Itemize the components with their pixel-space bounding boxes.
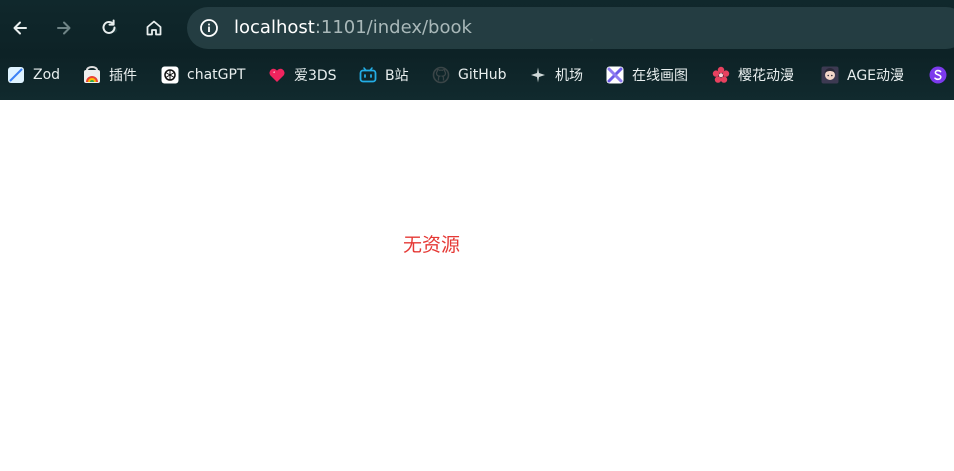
arrow-left-icon: [13, 21, 27, 35]
bookmark-overflow-item[interactable]: [929, 64, 954, 86]
browser-chrome: localhost:1101/index/book Zod 插件 chatGPT…: [0, 0, 954, 100]
bookmarks-bar: Zod 插件 chatGPT 爱3DS B站 GitHub 机场 在线画图 樱花…: [0, 58, 954, 92]
bookmark-label: 在线画图: [632, 68, 688, 84]
arrow-right-icon: [57, 21, 71, 35]
zod-icon: [7, 66, 25, 84]
home-button[interactable]: [140, 14, 168, 42]
bookmark-3ds[interactable]: 爱3DS: [268, 64, 337, 86]
plane-icon: [529, 66, 547, 84]
page-content: 无资源: [0, 100, 954, 471]
bookmark-label: AGE动漫: [847, 68, 905, 84]
bookmark-label: Zod: [33, 67, 61, 83]
bookmark-label: 爱3DS: [294, 68, 337, 84]
back-button[interactable]: [6, 14, 34, 42]
bookmark-bilibili[interactable]: B站: [359, 64, 409, 86]
bookmark-age-anime[interactable]: AGE动漫: [821, 64, 904, 86]
bookmark-online-drawing[interactable]: 在线画图: [606, 64, 688, 86]
browser-toolbar: localhost:1101/index/book: [0, 0, 954, 56]
home-icon: [146, 20, 162, 36]
bookmark-label: 樱花动漫: [738, 68, 794, 84]
bookmark-github[interactable]: GitHub: [432, 64, 507, 86]
drawing-app-icon: [606, 66, 624, 84]
anime-avatar-icon: [821, 66, 839, 84]
bookmark-label: GitHub: [458, 67, 507, 83]
bookmark-label: 机场: [555, 68, 583, 84]
sakura-icon: [712, 66, 730, 84]
reload-icon: [102, 19, 116, 34]
chrome-webstore-icon: [83, 66, 101, 84]
info-icon[interactable]: [199, 18, 219, 38]
url-host: localhost: [234, 17, 315, 38]
purple-s-icon: [929, 66, 947, 84]
empty-state-message: 无资源: [403, 234, 461, 256]
heart-icon: [268, 66, 286, 84]
bookmark-plugins[interactable]: 插件: [83, 64, 137, 86]
openai-icon: [161, 66, 179, 84]
bookmark-zod[interactable]: Zod: [7, 64, 60, 86]
url-text: localhost:1101/index/book: [234, 17, 472, 39]
bookmark-chatgpt[interactable]: chatGPT: [161, 64, 245, 86]
url-path: :1101/index/book: [314, 17, 472, 38]
forward-button[interactable]: [50, 14, 78, 42]
bookmark-label: 插件: [109, 68, 137, 84]
address-bar[interactable]: localhost:1101/index/book: [187, 7, 954, 49]
bookmark-sakura-anime[interactable]: 樱花动漫: [712, 64, 794, 86]
bookmark-airport[interactable]: 机场: [529, 64, 583, 86]
github-icon: [432, 66, 450, 84]
bilibili-icon: [359, 66, 377, 84]
bookmark-label: B站: [385, 68, 409, 84]
reload-button[interactable]: [95, 14, 123, 42]
bookmark-label: chatGPT: [187, 67, 246, 83]
